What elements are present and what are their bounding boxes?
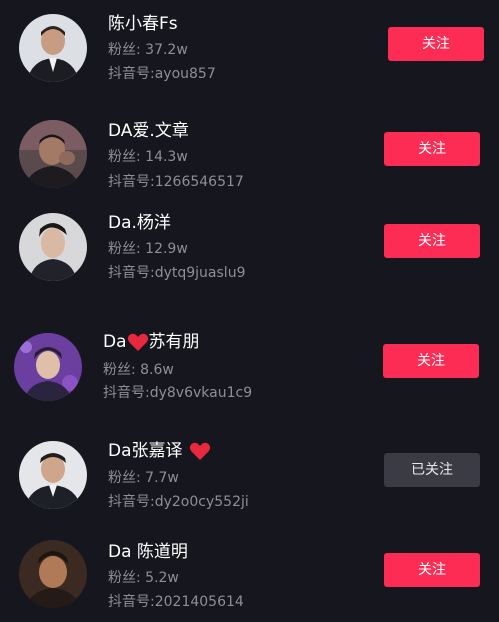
avatar[interactable]: [19, 441, 87, 509]
avatar[interactable]: [19, 14, 87, 82]
douyin-id: 抖音号:dy2o0cy552ji: [108, 494, 249, 510]
follow-button[interactable]: 关注: [384, 224, 480, 258]
fans-count: 粉丝: 12.9w: [108, 241, 188, 257]
red-heart-icon: [189, 442, 210, 460]
douyin-id: 抖音号:dy8v6vkau1c9: [103, 385, 253, 401]
avatar[interactable]: [19, 540, 87, 608]
red-heart-icon: [127, 333, 148, 351]
avatar[interactable]: [14, 333, 82, 401]
list-item[interactable]: Da.杨洋 粉丝: 12.9w 抖音号:dytq9juaslu9 关注: [0, 200, 499, 310]
follow-button[interactable]: 关注: [388, 27, 484, 61]
username: DA爱.文章: [108, 121, 189, 141]
follow-button[interactable]: 关注: [383, 344, 479, 378]
list-item[interactable]: DA爱.文章 粉丝: 14.3w 抖音号:1266546517 关注: [0, 100, 499, 200]
username-prefix: Da: [103, 332, 127, 352]
douyin-id: 抖音号:2021405614: [108, 594, 244, 610]
username: Da 陈道明: [108, 542, 188, 562]
fans-count: 粉丝: 37.2w: [108, 42, 188, 58]
fans-count: 粉丝: 7.7w: [108, 470, 179, 486]
douyin-id: 抖音号:dytq9juaslu9: [108, 265, 246, 281]
following-button[interactable]: 已关注: [384, 453, 480, 487]
username: Da张嘉译: [108, 441, 211, 461]
fans-count: 粉丝: 5.2w: [108, 570, 179, 586]
username: Da.杨洋: [108, 213, 171, 233]
follow-button[interactable]: 关注: [384, 132, 480, 166]
username: 陈小春Fs: [108, 14, 178, 34]
fans-count: 粉丝: 14.3w: [108, 149, 188, 165]
douyin-id: 抖音号:ayou857: [108, 66, 216, 82]
list-item[interactable]: 陈小春Fs 粉丝: 37.2w 抖音号:ayou857 关注: [0, 0, 499, 100]
avatar[interactable]: [19, 213, 87, 281]
username-suffix: 苏有朋: [148, 332, 200, 352]
username: Da 苏有朋: [103, 332, 200, 352]
list-item[interactable]: Da 苏有朋 粉丝: 8.6w 抖音号:dy8v6vkau1c9 关注: [0, 320, 499, 430]
list-item[interactable]: Da张嘉译 粉丝: 7.7w 抖音号:dy2o0cy552ji 已关注: [0, 430, 499, 530]
avatar[interactable]: [19, 120, 87, 188]
follow-button[interactable]: 关注: [384, 553, 480, 587]
douyin-id: 抖音号:1266546517: [108, 174, 244, 190]
fans-count: 粉丝: 8.6w: [103, 362, 174, 378]
list-item[interactable]: Da 陈道明 粉丝: 5.2w 抖音号:2021405614 关注: [0, 530, 499, 622]
